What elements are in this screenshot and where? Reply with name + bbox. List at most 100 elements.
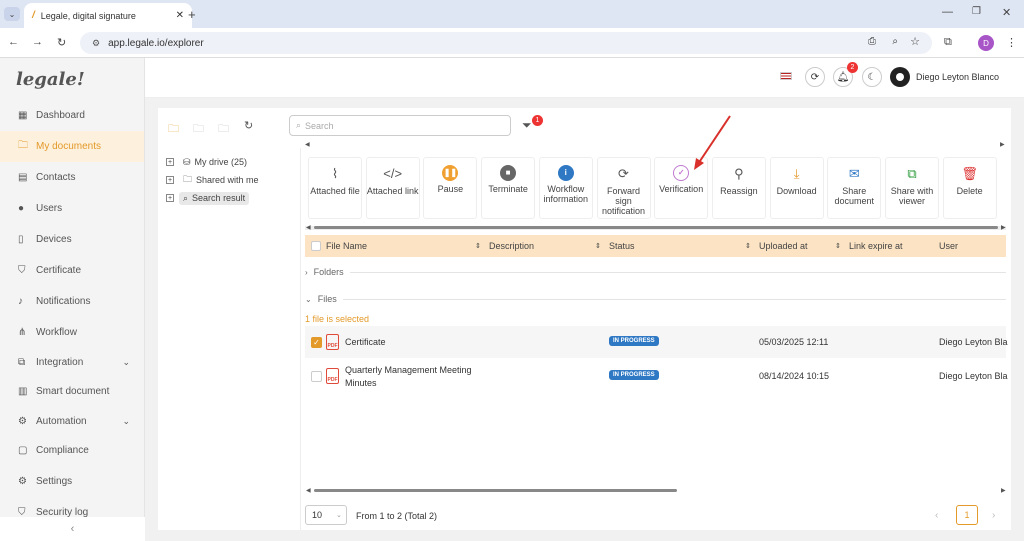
file-name[interactable]: Certificate (345, 337, 386, 347)
url-field[interactable]: ⚙ app.legale.io/explorer ⎙ ⌕ ☆ (80, 32, 932, 54)
col-description[interactable]: Description (489, 241, 534, 251)
toolbar-attached-link-button[interactable]: </> Attached link (365, 157, 420, 219)
filter-icon[interactable]: ⏷ (522, 118, 532, 133)
toolbar-share-with-viewer-button[interactable]: ⧉ Share with viewer (885, 157, 939, 219)
toolbar-label: Terminate (488, 184, 528, 194)
install-icon[interactable]: ⎙ (868, 36, 876, 47)
tree-item[interactable]: + 🗀︎ Shared with me (158, 171, 300, 189)
tree-item-body[interactable]: 🗀︎ Shared with me (179, 171, 263, 189)
current-page-button[interactable]: 1 (956, 505, 978, 525)
scroll-right-arrow-3[interactable]: ▶ (1001, 487, 1006, 494)
user-name[interactable]: Diego Leyton Blanco (916, 72, 999, 82)
sort-icon[interactable]: ⇕ (475, 242, 481, 250)
sync-icon[interactable]: ⟳ (805, 67, 825, 87)
close-window-icon[interactable]: ✕ (1002, 6, 1011, 19)
row-checkbox-checked[interactable]: ✓ (311, 337, 322, 348)
toolbar-delete-button[interactable]: 🗑︎ Delete (942, 157, 997, 219)
scroll-left-arrow[interactable]: ◀ (305, 141, 310, 148)
tree-item[interactable]: + ⛁ My drive (25) (158, 153, 300, 171)
tree-item[interactable]: + ⌕ Search result (158, 189, 300, 207)
expand-icon[interactable]: + (166, 176, 174, 184)
toolbar-label: Download (776, 186, 817, 196)
bookmark-star-icon[interactable]: ☆ (910, 35, 920, 48)
toolbar-terminate-button[interactable]: ■ Terminate (481, 157, 536, 219)
extensions-icon[interactable]: ⧉ (944, 36, 952, 49)
sort-icon[interactable]: ⇕ (835, 242, 841, 250)
toolbar-scrollbar[interactable] (314, 226, 998, 229)
restore-icon[interactable]: ❐ (972, 6, 981, 17)
scroll-right-arrow-2[interactable]: ▶ (1001, 224, 1006, 231)
prev-page-icon[interactable]: ‹ (935, 510, 938, 521)
sidebar-item-my-documents[interactable]: 🗀︎ My documents (0, 131, 144, 162)
col-file-name[interactable]: File Name (326, 241, 367, 251)
site-info-icon[interactable]: ⚙ (92, 38, 100, 49)
sidebar-item-automation[interactable]: ⚙ Automation ⌄ (0, 407, 144, 435)
table-row[interactable]: PDF Quarterly Management Meeting Minutes… (305, 360, 1008, 392)
col-uploaded-at[interactable]: Uploaded at (759, 241, 808, 251)
sort-icon[interactable]: ⇕ (595, 242, 601, 250)
tab-search-icon[interactable]: ⌄ (4, 7, 20, 21)
table-scrollbar[interactable] (314, 489, 677, 492)
zoom-icon[interactable]: ⌕ (892, 36, 898, 47)
sidebar-item-settings[interactable]: ⚙ Settings (0, 466, 144, 497)
tree-item-body[interactable]: ⛁ My drive (25) (179, 156, 251, 169)
sidebar-item-certificate[interactable]: ⛉ Certificate (0, 255, 144, 286)
folder-tree: + ⛁ My drive (25) + 🗀︎ Shared with me + ⌕ Search… (158, 148, 301, 530)
select-all-checkbox[interactable] (311, 241, 321, 251)
browser-tab[interactable]: / Legale, digital signature ✕ (24, 3, 192, 28)
sidebar-item-devices[interactable]: ▯ Devices (0, 224, 144, 255)
new-tab-icon[interactable]: + (188, 7, 196, 22)
forward-icon[interactable]: → (32, 36, 43, 48)
toolbar-attached-file-button[interactable]: ⌇ Attached file (308, 157, 362, 219)
toolbar-forward-sign-notification-button[interactable]: ⟳ Forward sign notification (596, 157, 651, 219)
language-flag-icon[interactable] (780, 72, 792, 80)
toolbar-workflow-information-button[interactable]: i Workflow information (538, 157, 593, 219)
browser-menu-icon[interactable]: ⋮ (1006, 36, 1017, 49)
back-icon[interactable]: ← (8, 36, 19, 48)
toolbar-label: Delete (956, 186, 983, 196)
row-checkbox[interactable] (311, 371, 322, 382)
sidebar-item-users[interactable]: ● Users (0, 193, 144, 224)
scroll-left-arrow-3[interactable]: ◀ (306, 487, 311, 494)
avatar[interactable] (890, 67, 910, 87)
close-tab-icon[interactable]: ✕ (176, 10, 184, 21)
files-section[interactable]: ⌄ Files (305, 292, 1006, 306)
filter-count-badge: 1 (532, 115, 543, 126)
collapse-sidebar-icon[interactable]: ‹ (0, 517, 145, 541)
refresh-icon[interactable]: ↻ (244, 119, 253, 132)
col-user[interactable]: User (939, 241, 958, 251)
sidebar-item-dashboard[interactable]: ▦ Dashboard (0, 100, 144, 131)
expand-icon[interactable]: + (166, 194, 174, 202)
minimize-icon[interactable]: — (942, 6, 953, 18)
reload-icon[interactable]: ↻ (57, 36, 66, 49)
theme-toggle-icon[interactable]: ☾ (862, 67, 882, 87)
toolbar-share-document-button[interactable]: ✉ Share document (827, 157, 882, 219)
logo[interactable]: legale! (0, 58, 144, 100)
new-folder-icon[interactable]: 🗀︎ (168, 120, 179, 139)
remove-folder-icon[interactable]: 🗀︎ (218, 120, 229, 139)
col-link-expire[interactable]: Link expire at (849, 241, 903, 251)
sidebar-item-smart-document[interactable]: ▥ Smart document (0, 376, 144, 407)
next-page-icon[interactable]: › (992, 510, 995, 521)
scroll-right-arrow[interactable]: ▶ (1000, 141, 1005, 148)
sidebar-item-compliance[interactable]: ▢ Compliance (0, 435, 144, 466)
tree-item-body[interactable]: ⌕ Search result (179, 191, 250, 205)
toolbar-pause-button[interactable]: ❚❚ Pause (423, 157, 478, 219)
file-name[interactable]: Quarterly Management Meeting Minutes (345, 364, 485, 390)
search-input[interactable]: ⌕ Search (289, 115, 511, 136)
table-row[interactable]: ✓ PDF Certificate IN PROGRESS 05/03/2025… (305, 326, 1008, 358)
sidebar-item-integration[interactable]: ⧉ Integration ⌄ (0, 348, 144, 376)
page-size-select[interactable]: 10 ⌄ (305, 505, 347, 525)
scroll-left-arrow-2[interactable]: ◀ (306, 224, 311, 231)
sort-icon[interactable]: ⇕ (745, 242, 751, 250)
folders-section[interactable]: › Folders (305, 265, 1006, 279)
col-status[interactable]: Status (609, 241, 635, 251)
sidebar-item-workflow[interactable]: ⋔ Workflow (0, 317, 144, 348)
profile-avatar[interactable]: D (978, 35, 994, 51)
pagination-text: From 1 to 2 (Total 2) (356, 511, 438, 521)
sidebar-item-contacts[interactable]: ▤ Contacts (0, 162, 144, 193)
move-folder-icon[interactable]: 🗀︎ (193, 120, 204, 139)
toolbar-download-button[interactable]: ⤓ Download (769, 157, 824, 219)
expand-icon[interactable]: + (166, 158, 174, 166)
sidebar-item-notifications[interactable]: ♪ Notifications (0, 286, 144, 317)
